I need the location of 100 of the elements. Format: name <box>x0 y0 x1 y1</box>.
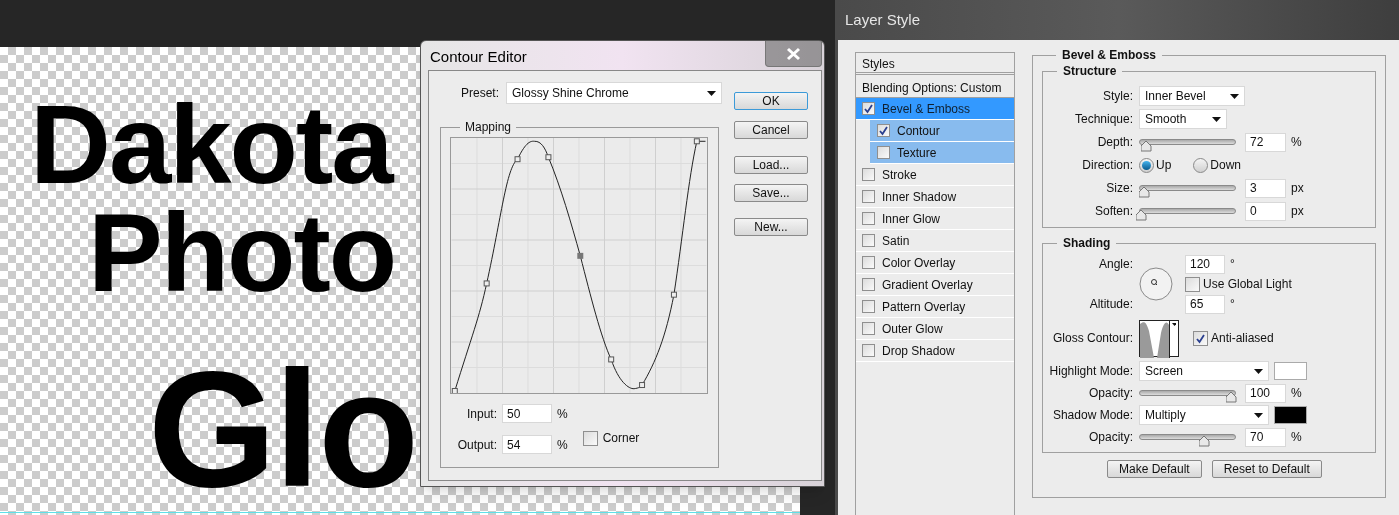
effect-item[interactable]: Inner Glow <box>856 208 1014 230</box>
checkbox[interactable] <box>877 146 890 159</box>
button[interactable]: Cancel <box>734 121 808 139</box>
button[interactable]: Load... <box>734 156 808 174</box>
effect-label: Satin <box>882 232 910 250</box>
effect-label: Inner Glow <box>882 210 941 228</box>
depth-field[interactable]: 72 <box>1245 132 1286 152</box>
checkbox-label: Use Global Light <box>1203 276 1292 293</box>
effect-label: Gradient Overlay <box>882 276 973 294</box>
checkbox[interactable] <box>582 430 598 446</box>
effect-item[interactable]: Bevel & Emboss <box>856 98 1014 120</box>
unit-label: % <box>557 436 568 454</box>
altitude-field[interactable]: 65 <box>1185 294 1225 314</box>
checkbox[interactable] <box>862 168 875 181</box>
field-label: Input: <box>465 405 497 423</box>
effect-item[interactable]: Drop Shadow <box>856 340 1014 362</box>
canvas-text: Glo <box>148 347 417 512</box>
checkbox[interactable] <box>877 124 890 137</box>
size-field[interactable]: 3 <box>1245 178 1286 198</box>
effect-item[interactable]: Gradient Overlay <box>856 274 1014 296</box>
checkbox[interactable] <box>862 322 875 335</box>
checkbox[interactable] <box>862 102 875 115</box>
checkbox[interactable] <box>862 278 875 291</box>
effect-item[interactable]: Satin <box>856 230 1014 252</box>
effect-item[interactable]: Inner Shadow <box>856 186 1014 208</box>
effect-item[interactable]: Texture <box>870 142 1014 164</box>
dropdown-arrow-icon <box>1254 412 1263 418</box>
opacity-field[interactable]: 100 <box>1245 383 1286 403</box>
field-label: Soften: <box>1093 203 1133 220</box>
checkbox[interactable] <box>862 300 875 313</box>
button[interactable]: Make Default <box>1107 460 1202 478</box>
unit-label: % <box>1291 429 1302 446</box>
close-button[interactable] <box>765 41 822 67</box>
control-point[interactable] <box>483 280 490 287</box>
effect-label: Stroke <box>882 166 917 184</box>
group-title: Structure <box>1062 63 1118 80</box>
close-icon <box>786 46 801 61</box>
control-point[interactable] <box>451 388 458 394</box>
button[interactable]: Reset to Default <box>1211 460 1322 478</box>
checkbox[interactable] <box>1185 276 1200 292</box>
style-dropdown[interactable]: Inner Bevel <box>1139 86 1245 106</box>
effect-item[interactable]: Pattern Overlay <box>856 296 1014 318</box>
checkbox[interactable] <box>862 234 875 247</box>
gloss-contour-picker[interactable] <box>1139 319 1179 357</box>
field-label: Preset: <box>460 85 500 102</box>
field-label: Style: <box>1102 88 1133 105</box>
slider-thumb[interactable] <box>1141 141 1153 152</box>
opacity-field[interactable]: 70 <box>1245 427 1286 447</box>
color-swatch[interactable] <box>1274 362 1307 380</box>
radio-button[interactable] <box>1193 157 1209 173</box>
highlight-mode-dropdown[interactable]: Screen <box>1139 361 1269 381</box>
control-point[interactable] <box>670 291 677 298</box>
radio-button[interactable] <box>1139 157 1154 173</box>
effect-label: Color Overlay <box>882 254 956 272</box>
selected-control-point[interactable] <box>577 252 584 259</box>
effect-item[interactable]: Stroke <box>856 164 1014 186</box>
checkbox[interactable] <box>862 212 875 225</box>
effect-label: Texture <box>897 144 937 162</box>
shadow-mode-dropdown[interactable]: Multiply <box>1139 405 1269 425</box>
angle-dial[interactable] <box>1139 267 1173 301</box>
button[interactable]: OK <box>734 92 808 110</box>
effect-item[interactable]: Contour <box>870 120 1014 142</box>
unit-label: ° <box>1230 295 1235 313</box>
control-point[interactable] <box>693 138 700 145</box>
color-swatch[interactable] <box>1274 406 1307 424</box>
field-label: Direction: <box>1081 157 1133 174</box>
control-point[interactable] <box>514 156 521 163</box>
button[interactable]: New... <box>734 218 808 236</box>
dropdown-arrow-icon <box>1212 116 1221 122</box>
window-title: Layer Style <box>844 9 921 30</box>
slider-thumb[interactable] <box>1136 210 1147 221</box>
output-field[interactable]: 54 <box>502 435 552 454</box>
effect-item[interactable]: Color Overlay <box>856 252 1014 274</box>
effect-item[interactable]: Outer Glow <box>856 318 1014 340</box>
slider-thumb[interactable] <box>1226 392 1237 403</box>
angle-field[interactable]: 120 <box>1185 254 1225 274</box>
checkbox[interactable] <box>862 190 875 203</box>
control-point[interactable] <box>608 356 615 363</box>
control-point[interactable] <box>545 154 552 161</box>
slider-thumb[interactable] <box>1138 187 1150 198</box>
checkbox[interactable] <box>1193 330 1208 346</box>
soften-field[interactable]: 0 <box>1245 201 1286 221</box>
list-header: Styles <box>856 53 1014 75</box>
effect-label: Contour <box>897 122 940 140</box>
field-label: Size: <box>1105 180 1133 197</box>
checkbox[interactable] <box>862 256 875 269</box>
input-field[interactable]: 50 <box>502 404 552 423</box>
control-point[interactable] <box>639 382 646 388</box>
slider-thumb[interactable] <box>1199 436 1210 447</box>
check-icon <box>1195 332 1206 344</box>
checkbox[interactable] <box>862 344 875 357</box>
contour-thumbnail <box>1140 320 1169 358</box>
unit-label: % <box>557 405 568 423</box>
field-label: Angle: <box>1097 256 1133 273</box>
group-title: Bevel & Emboss <box>1061 47 1158 64</box>
field-label: Opacity: <box>1088 429 1133 446</box>
button[interactable]: Save... <box>734 184 808 202</box>
technique-dropdown[interactable]: Smooth <box>1139 109 1227 129</box>
unit-label: px <box>1291 203 1304 220</box>
preset-dropdown[interactable]: Glossy Shine Chrome <box>506 82 722 104</box>
